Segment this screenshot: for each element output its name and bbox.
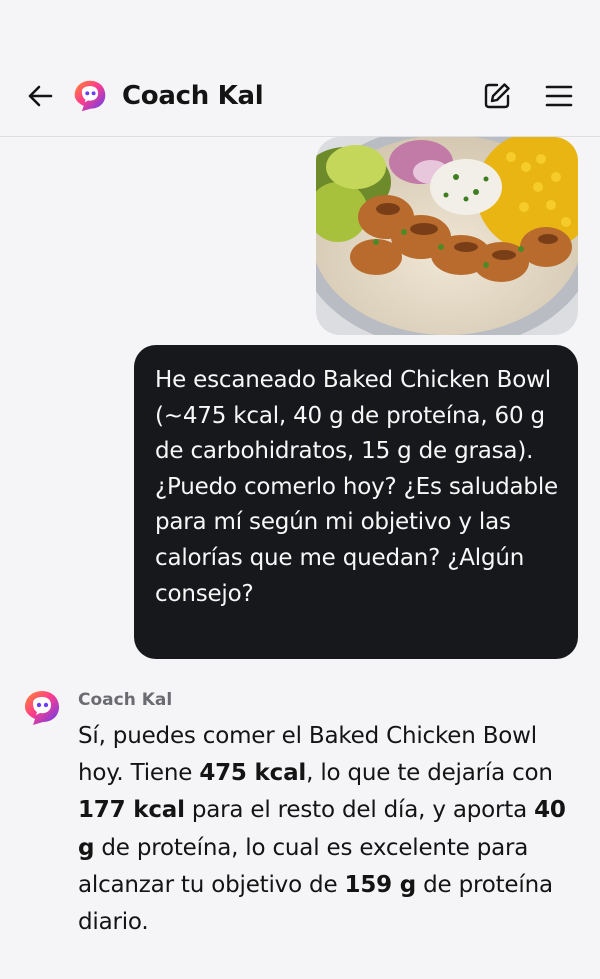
remaining-calories-value: 177 kcal — [78, 797, 185, 824]
back-button[interactable] — [24, 80, 56, 112]
hamburger-menu-icon — [545, 85, 573, 107]
page-title: Coach Kal — [122, 81, 264, 111]
coach-avatar — [72, 78, 108, 114]
user-message-bubble: He escaneado Baked Chicken Bowl (~475 kc… — [134, 345, 578, 659]
chicken-bowl-photo — [316, 137, 578, 335]
user-message-text: He escaneado Baked Chicken Bowl (~475 kc… — [155, 367, 558, 607]
bot-name: Coach Kal — [78, 690, 173, 710]
chat-header: Coach Kal — [0, 50, 600, 137]
menu-button[interactable] — [543, 80, 575, 112]
coach-logo-icon — [25, 691, 59, 725]
reply-text: para el resto del día, y aporta — [184, 797, 535, 824]
edit-note-icon — [484, 83, 510, 109]
coach-logo-icon — [74, 80, 106, 112]
food-image[interactable] — [316, 137, 578, 335]
arrow-left-icon — [28, 85, 53, 107]
coach-avatar — [22, 688, 62, 728]
new-chat-button[interactable] — [480, 79, 514, 113]
protein-goal-value: 159 g — [344, 871, 417, 898]
calories-value: 475 kcal — [199, 760, 307, 787]
reply-text: , lo que te dejaría con — [306, 760, 553, 787]
bot-message-text: Sí, puedes comer el Baked Chicken Bowl h… — [78, 718, 578, 941]
